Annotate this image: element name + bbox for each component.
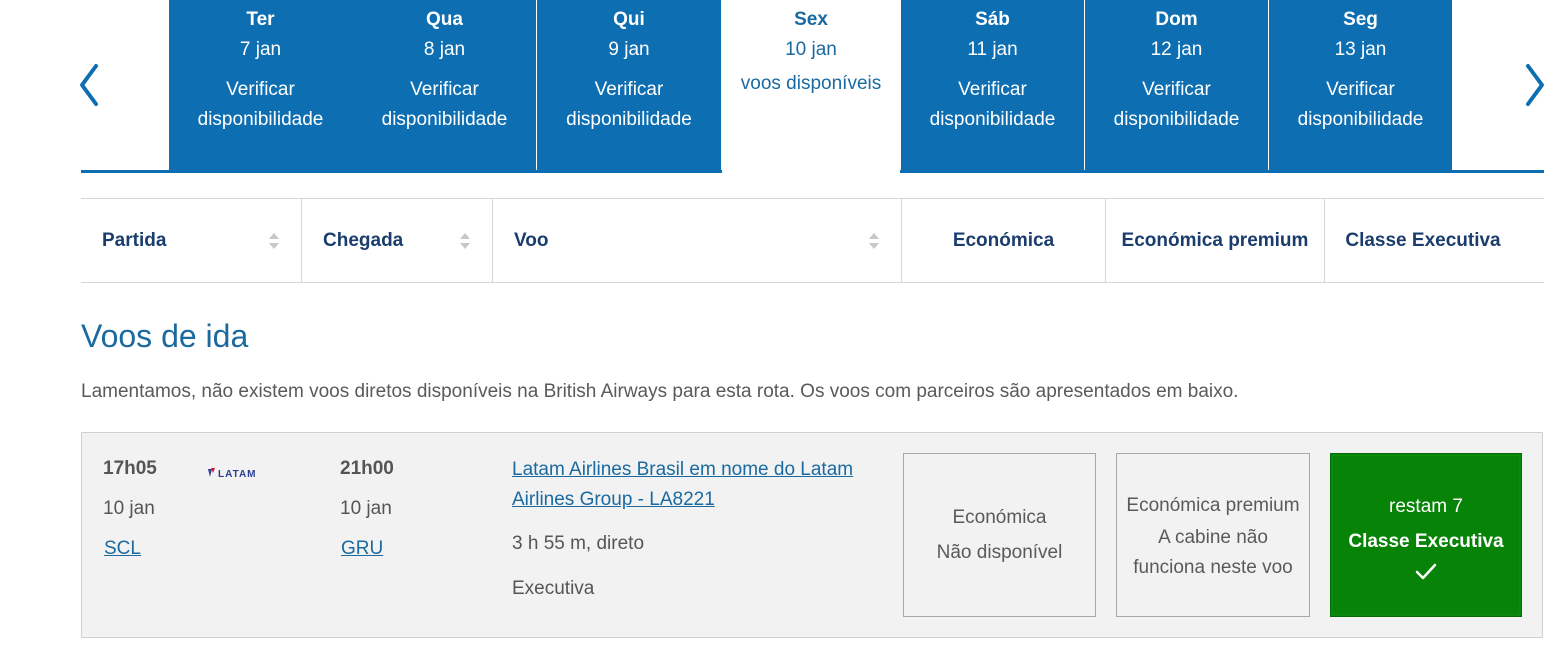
date-tab-date: 9 jan [608, 39, 650, 60]
chevron-left-icon [80, 64, 98, 106]
arrival-airport-link[interactable]: GRU [341, 538, 383, 560]
departure-airport-link[interactable]: SCL [104, 538, 141, 560]
date-tab-status: Verificar disponibilidade [929, 79, 1056, 130]
date-tab-sun-12[interactable]: Dom 12 jan Verificar disponibilidade [1085, 0, 1268, 170]
fare-status-line: A cabine não [1158, 526, 1268, 548]
date-tab-status: Verificar disponibilidade [1113, 79, 1240, 130]
date-tab-day: Sáb [975, 9, 1010, 30]
date-tab-status: Verificar disponibilidade [381, 79, 508, 130]
sort-label: Voo [514, 230, 549, 251]
date-tab-mon-13[interactable]: Seg 13 jan Verificar disponibilidade [1269, 0, 1452, 170]
business-column-header: Classe Executiva [1325, 199, 1521, 282]
date-tab-wed-8[interactable]: Qua 8 jan Verificar disponibilidade [353, 0, 536, 170]
date-tab-status: voos disponíveis [740, 73, 882, 94]
date-tab-date: 10 jan [785, 39, 837, 60]
date-tab-thu-9[interactable]: Qui 9 jan Verificar disponibilidade [537, 0, 721, 170]
business-fare-button[interactable]: restam 7 Classe Executiva [1330, 453, 1522, 617]
date-tab-day: Qui [613, 9, 645, 30]
date-tab-tue-7[interactable]: Ter 7 jan Verificar disponibilidade [169, 0, 352, 170]
economy-fare-box: Económica Não disponível [903, 453, 1096, 617]
arrival-date: 10 jan [340, 498, 392, 519]
section-title: Voos de ida [81, 318, 249, 354]
next-dates-button[interactable] [1518, 60, 1548, 110]
sort-arrows-icon [460, 233, 470, 249]
premium-economy-fare-box: Económica premium A cabine não funciona … [1116, 453, 1310, 617]
date-tab-fri-10-selected[interactable]: Sex 10 jan voos disponíveis [722, 0, 900, 170]
checkmark-icon [1415, 563, 1437, 580]
airline-logo-text: LATAM [218, 469, 257, 480]
fare-status-line: funciona neste voo [1133, 556, 1293, 578]
sort-label: Chegada [323, 230, 404, 251]
date-tab-day: Sex [794, 9, 828, 30]
arrival-time: 21h00 [340, 458, 394, 479]
economy-column-header: Económica [902, 199, 1105, 282]
sort-arrows-icon [869, 233, 879, 249]
date-tab-date: 13 jan [1334, 39, 1387, 60]
chevron-right-icon [1526, 64, 1544, 106]
latam-logo-icon: LATAM [208, 468, 257, 480]
tab-underline [81, 170, 722, 173]
flight-operator-link[interactable]: Latam Airlines Brasil em nome do Latam A… [512, 455, 892, 515]
date-tab-date: 7 jan [239, 39, 282, 60]
date-tab-date: 8 jan [423, 39, 466, 60]
column-label: Classe Executiva [1345, 230, 1501, 251]
flight-cabin: Executiva [512, 578, 595, 599]
flight-duration: 3 h 55 m, direto [512, 533, 645, 554]
date-tab-date: 11 jan [967, 39, 1018, 60]
date-tab-day: Dom [1155, 9, 1198, 30]
sort-label: Partida [102, 230, 167, 251]
fare-status: Não disponível [936, 542, 1063, 563]
date-tab-day: Seg [1343, 9, 1378, 30]
departure-time: 17h05 [103, 458, 157, 479]
sort-by-departure[interactable]: Partida [81, 199, 301, 282]
date-tab-status: Verificar disponibilidade [1297, 79, 1424, 130]
tab-underline [900, 170, 1544, 173]
no-direct-flights-notice: Lamentamos, não existem voos diretos dis… [81, 381, 1239, 402]
sort-arrows-icon [269, 233, 279, 249]
fare-class: Classe Executiva [1348, 531, 1504, 552]
departure-date: 10 jan [103, 498, 155, 519]
date-tab-day: Qua [426, 9, 463, 30]
column-label: Económica premium [1121, 230, 1309, 251]
sort-by-flight[interactable]: Voo [493, 199, 901, 282]
premium-economy-column-header: Económica premium [1106, 199, 1324, 282]
date-tab-date: 12 jan [1150, 39, 1203, 60]
flight-result-card: 17h05 10 jan SCL LATAM 21h00 10 jan GRU … [81, 432, 1543, 638]
sort-by-arrival[interactable]: Chegada [302, 199, 492, 282]
seats-remaining: restam 7 [1389, 496, 1463, 517]
fare-class: Económica premium [1126, 494, 1300, 516]
date-tab-sat-11[interactable]: Sáb 11 jan Verificar disponibilidade [901, 0, 1084, 170]
results-sort-header: Partida Chegada Voo Económica Económica … [81, 198, 1544, 283]
date-tab-status: Verificar disponibilidade [197, 79, 324, 130]
fare-class: Económica [952, 507, 1047, 528]
date-tab-day: Ter [246, 9, 275, 30]
date-tab-status: Verificar disponibilidade [566, 79, 692, 130]
column-label: Económica [952, 230, 1055, 251]
prev-dates-button[interactable] [76, 60, 106, 110]
